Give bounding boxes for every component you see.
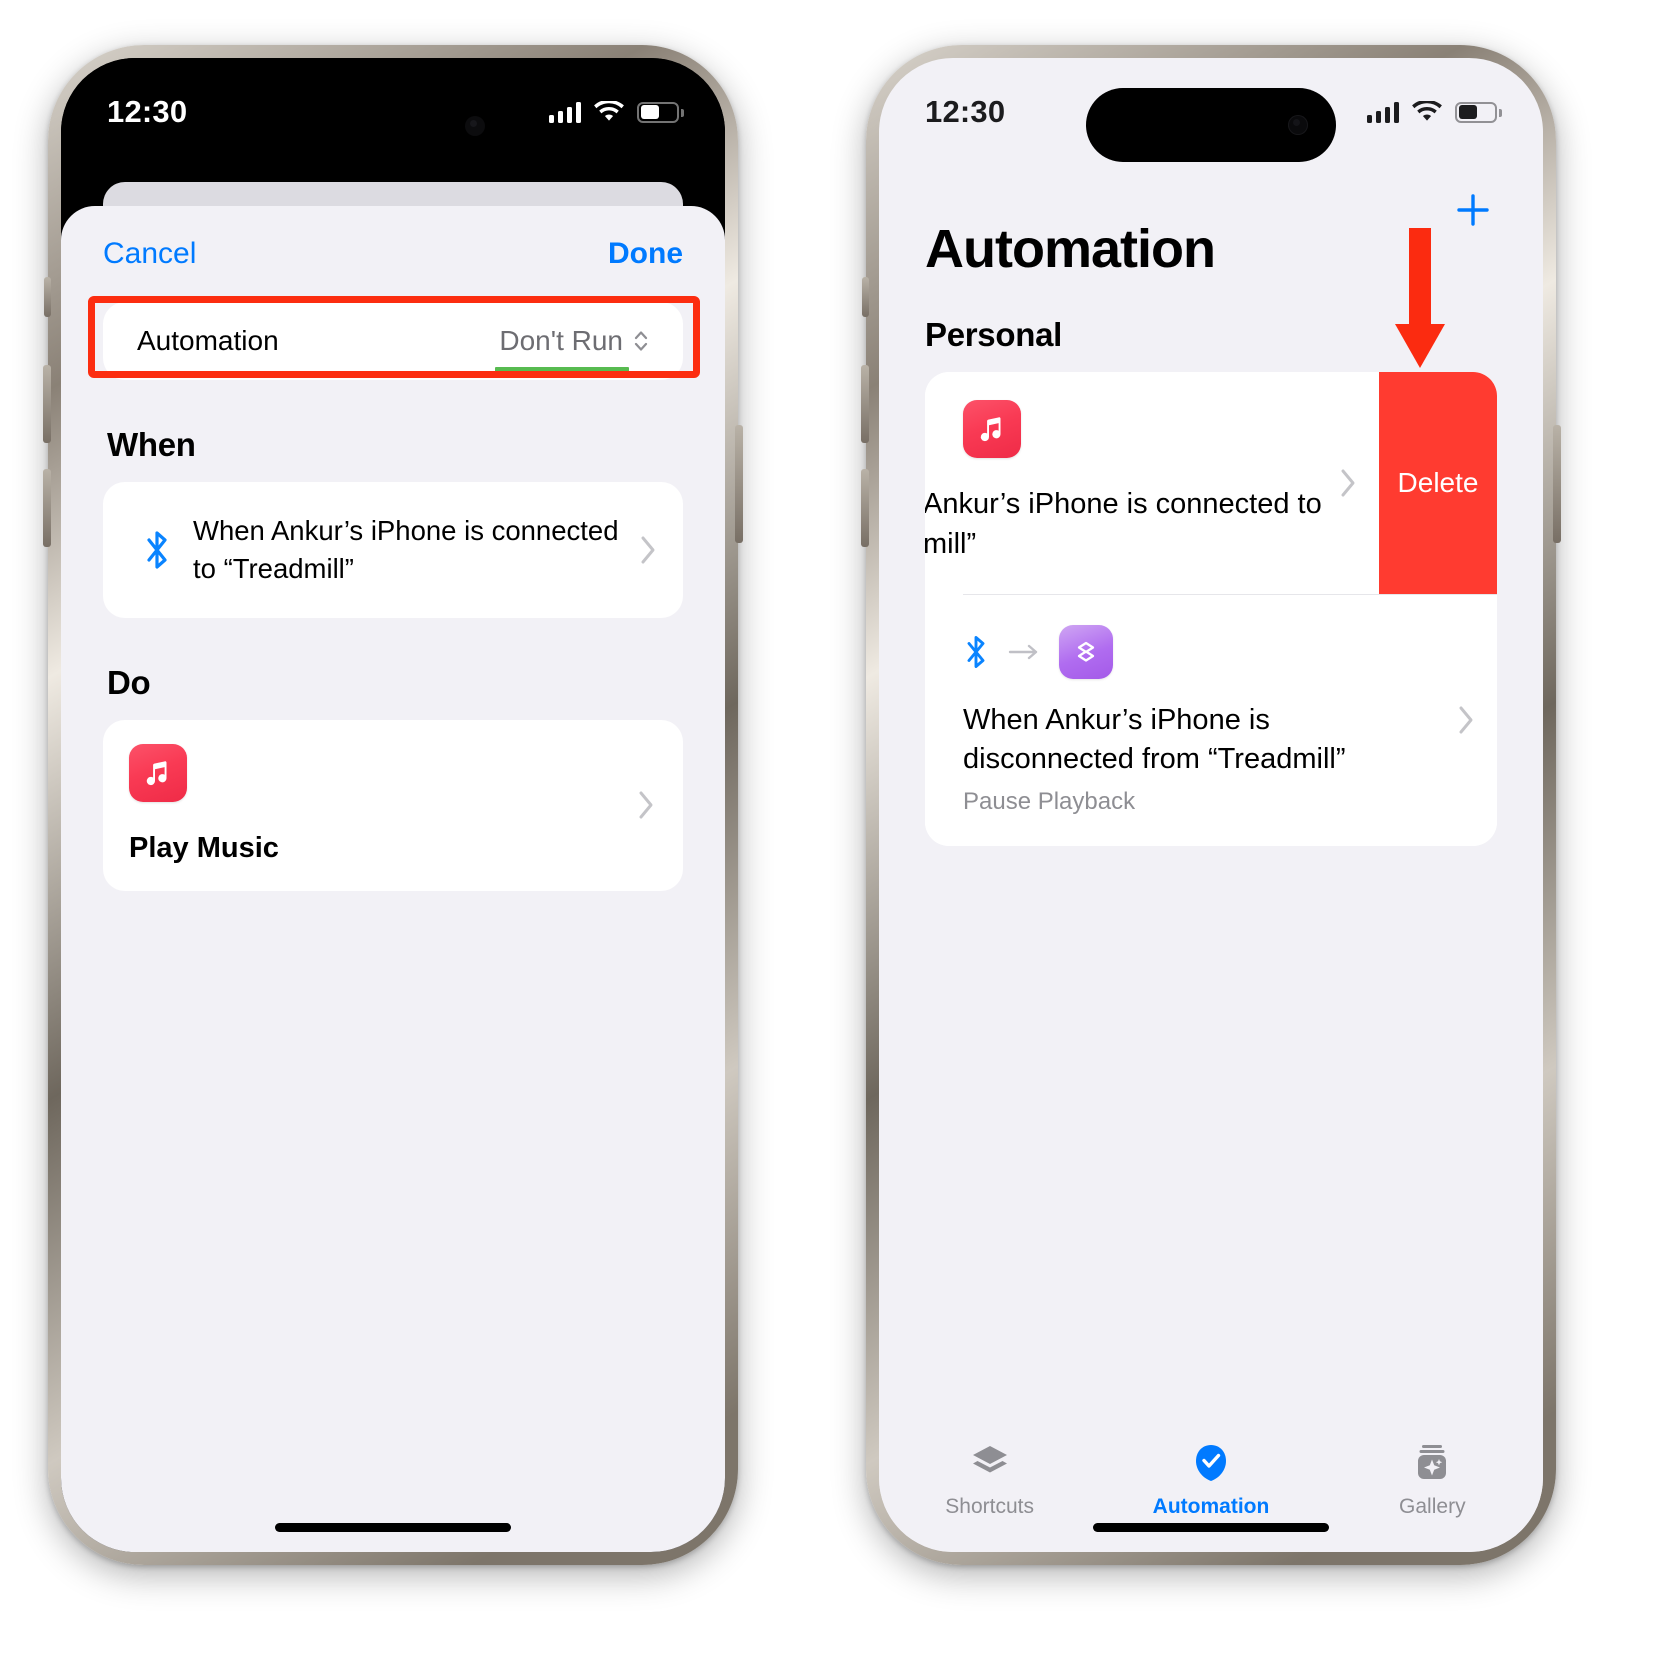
automation-setting-card: Automation Don't Run <box>103 302 683 380</box>
tab-shortcuts[interactable]: Shortcuts <box>879 1440 1100 1519</box>
battery-icon <box>1455 101 1502 123</box>
status-indicators <box>1366 101 1502 123</box>
when-trigger-card[interactable]: When Ankur’s iPhone is connected to “Tre… <box>103 482 683 618</box>
automation-edit-sheet: Cancel Done Automation Don't Run When Wh… <box>61 206 725 1552</box>
status-bar-left: 12:30 <box>61 58 725 166</box>
automation-run-row[interactable]: Automation Don't Run <box>103 302 683 380</box>
bluetooth-icon <box>963 632 989 672</box>
status-indicators <box>548 101 684 123</box>
cancel-button[interactable]: Cancel <box>103 237 196 271</box>
silent-switch[interactable] <box>44 277 51 317</box>
do-section-title: Do <box>107 663 151 701</box>
right-iphone-frame: 12:30 Automation Personal Ankur’s iPhone… <box>861 45 1561 1565</box>
right-content: Automation Personal Ankur’s iPhone is co… <box>879 58 1543 846</box>
battery-icon <box>637 101 684 123</box>
up-down-chevron-icon[interactable] <box>633 327 649 355</box>
tab-bar: Shortcuts Automation Gallery <box>879 1426 1543 1552</box>
arrow-right-icon <box>1007 642 1041 662</box>
when-section-title: When <box>107 426 196 463</box>
automation-row-icons <box>963 625 1475 680</box>
tab-label: Shortcuts <box>945 1495 1035 1518</box>
power-button[interactable] <box>735 425 743 543</box>
sheet-navigation-bar: Cancel Done <box>61 206 725 302</box>
music-app-icon <box>963 400 1021 458</box>
automation-check-icon <box>1188 1440 1234 1486</box>
automation-list-card: Ankur’s iPhone is connected to mill” Del… <box>925 372 1497 846</box>
done-button[interactable]: Done <box>608 237 683 271</box>
cellular-bars-icon <box>548 101 581 123</box>
left-phone-screen: 12:30 Cancel Done Automation Don't Run W… <box>61 58 725 1552</box>
tab-automation[interactable]: Automation <box>1100 1440 1321 1519</box>
automation-row-title: Ankur’s iPhone is connected to mill” <box>925 488 1322 561</box>
automation-run-value[interactable]: Don't Run <box>495 325 649 374</box>
dynamic-island-right <box>1086 88 1336 162</box>
power-button[interactable] <box>1553 425 1561 543</box>
front-camera-icon <box>1288 115 1308 135</box>
do-action-card[interactable]: Play Music <box>103 719 683 891</box>
chevron-right-icon <box>1339 467 1357 499</box>
green-underline-highlight <box>495 367 629 374</box>
home-indicator[interactable] <box>275 1523 511 1532</box>
tab-label: Automation <box>1152 1495 1270 1518</box>
volume-up-button[interactable] <box>43 365 51 443</box>
gallery-sparkle-icon <box>1409 1440 1455 1486</box>
shortcuts-stack-icon <box>967 1440 1013 1486</box>
music-app-icon <box>129 743 187 802</box>
automation-row-content[interactable]: Ankur’s iPhone is connected to mill” <box>925 372 1379 594</box>
group-title-personal: Personal <box>925 316 1062 353</box>
down-arrow-annotation <box>1395 228 1445 368</box>
delete-button[interactable]: Delete <box>1379 372 1497 595</box>
silent-switch[interactable] <box>862 277 869 317</box>
add-automation-button[interactable] <box>1449 186 1497 234</box>
tab-gallery[interactable]: Gallery <box>1322 1440 1543 1519</box>
do-action-title: Play Music <box>129 831 279 864</box>
chevron-right-icon <box>1457 704 1475 736</box>
table-row[interactable]: When Ankur’s iPhone is disconnected from… <box>925 595 1497 846</box>
cellular-bars-icon <box>1366 101 1399 123</box>
tab-label: Gallery <box>1399 1495 1466 1518</box>
home-indicator[interactable] <box>1093 1523 1329 1532</box>
automation-row-subtitle: Pause Playback <box>963 787 1136 815</box>
automation-row-label: Automation <box>137 325 279 356</box>
left-iphone-frame: 12:30 Cancel Done Automation Don't Run W… <box>43 45 743 1565</box>
chevron-right-icon <box>639 534 657 566</box>
automation-run-value-text: Don't Run <box>499 325 623 356</box>
chevron-right-icon <box>637 789 655 821</box>
when-trigger-text: When Ankur’s iPhone is connected to “Tre… <box>193 515 619 584</box>
table-row[interactable]: Ankur’s iPhone is connected to mill” Del… <box>925 372 1497 595</box>
wifi-icon <box>594 101 624 123</box>
status-time: 12:30 <box>925 94 1006 129</box>
left-phone-bezel: 12:30 Cancel Done Automation Don't Run W… <box>61 58 725 1552</box>
volume-down-button[interactable] <box>43 469 51 547</box>
volume-down-button[interactable] <box>861 469 869 547</box>
status-time: 12:30 <box>107 94 188 129</box>
bluetooth-icon <box>129 527 185 573</box>
volume-up-button[interactable] <box>861 365 869 443</box>
shortcuts-app-icon <box>1059 625 1113 680</box>
automation-row-title: When Ankur’s iPhone is disconnected from… <box>963 704 1346 776</box>
screenshot-canvas: 12:30 Cancel Done Automation Don't Run W… <box>0 0 1676 1665</box>
wifi-icon <box>1412 101 1442 123</box>
